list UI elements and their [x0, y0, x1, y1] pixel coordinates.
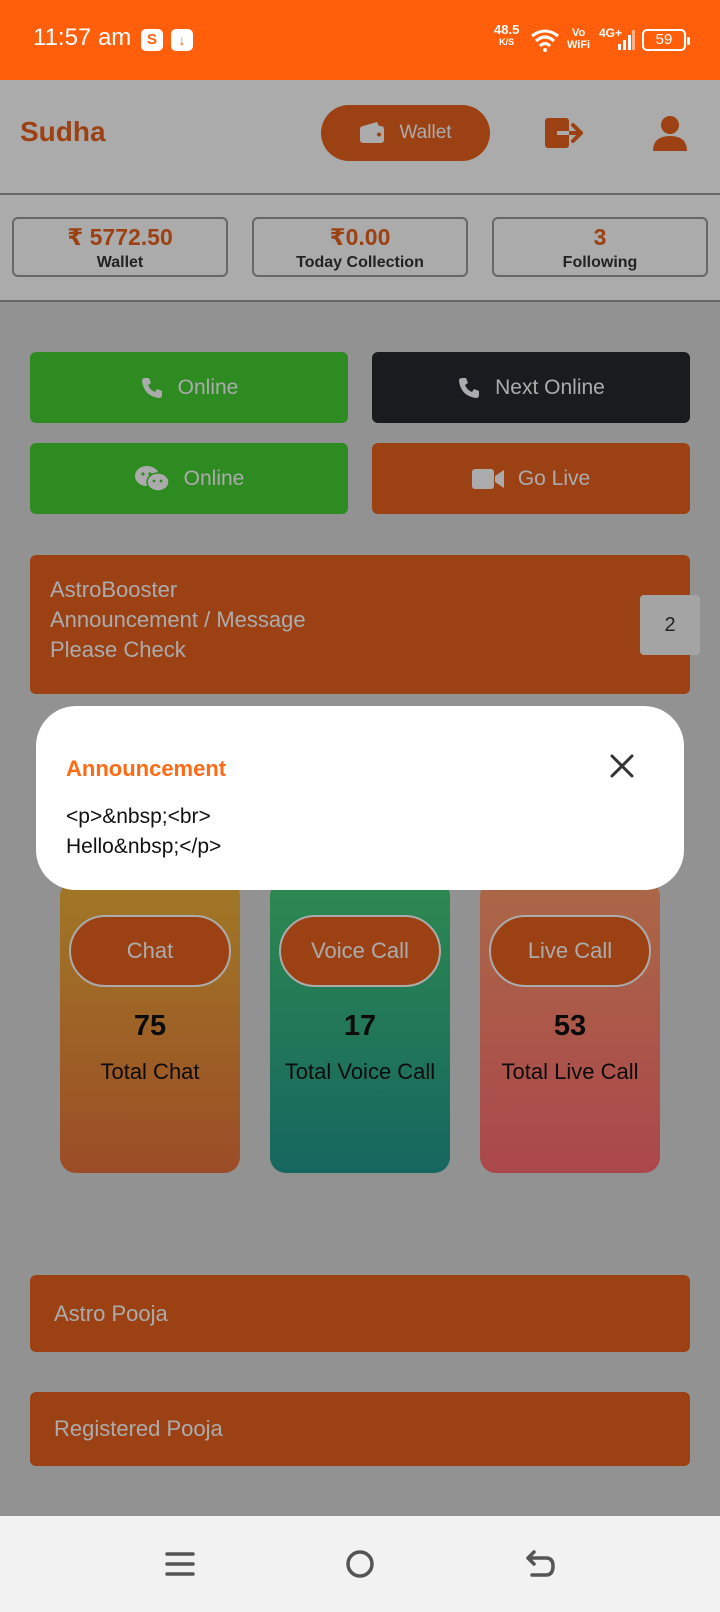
dialog-body: <p>&nbsp;<br> Hello&nbsp;</p> — [66, 805, 222, 858]
menu-icon[interactable] — [162, 1546, 198, 1582]
vowifi-indicator: Vo WiFi — [567, 27, 590, 51]
wifi-icon — [531, 29, 559, 52]
signal-icon — [618, 30, 635, 50]
status-time: 11:57 am — [33, 24, 132, 51]
skype-notification-icon: S — [141, 29, 163, 51]
home-icon[interactable] — [342, 1546, 378, 1582]
close-icon[interactable] — [604, 748, 640, 784]
net-speed-unit: K/S — [499, 37, 515, 47]
system-navigation-bar — [0, 1516, 720, 1612]
download-notification-icon: ↓ — [171, 29, 193, 51]
network-speed: 48.5 K/S — [494, 22, 520, 48]
vowifi-bottom: WiFi — [567, 39, 591, 51]
vowifi-top: Vo — [571, 27, 586, 39]
status-bar: 11:57 am S ↓ 48.5 K/S Vo WiFi 4G+ 59 — [0, 0, 720, 80]
back-icon[interactable] — [522, 1546, 558, 1582]
net-speed-value: 48.5 — [494, 22, 520, 37]
battery-indicator: 59 — [642, 29, 690, 51]
announcement-dialog: Announcement <p>&nbsp;<br> Hello&nbsp;</… — [36, 706, 684, 890]
dialog-title: Announcement — [66, 756, 227, 781]
